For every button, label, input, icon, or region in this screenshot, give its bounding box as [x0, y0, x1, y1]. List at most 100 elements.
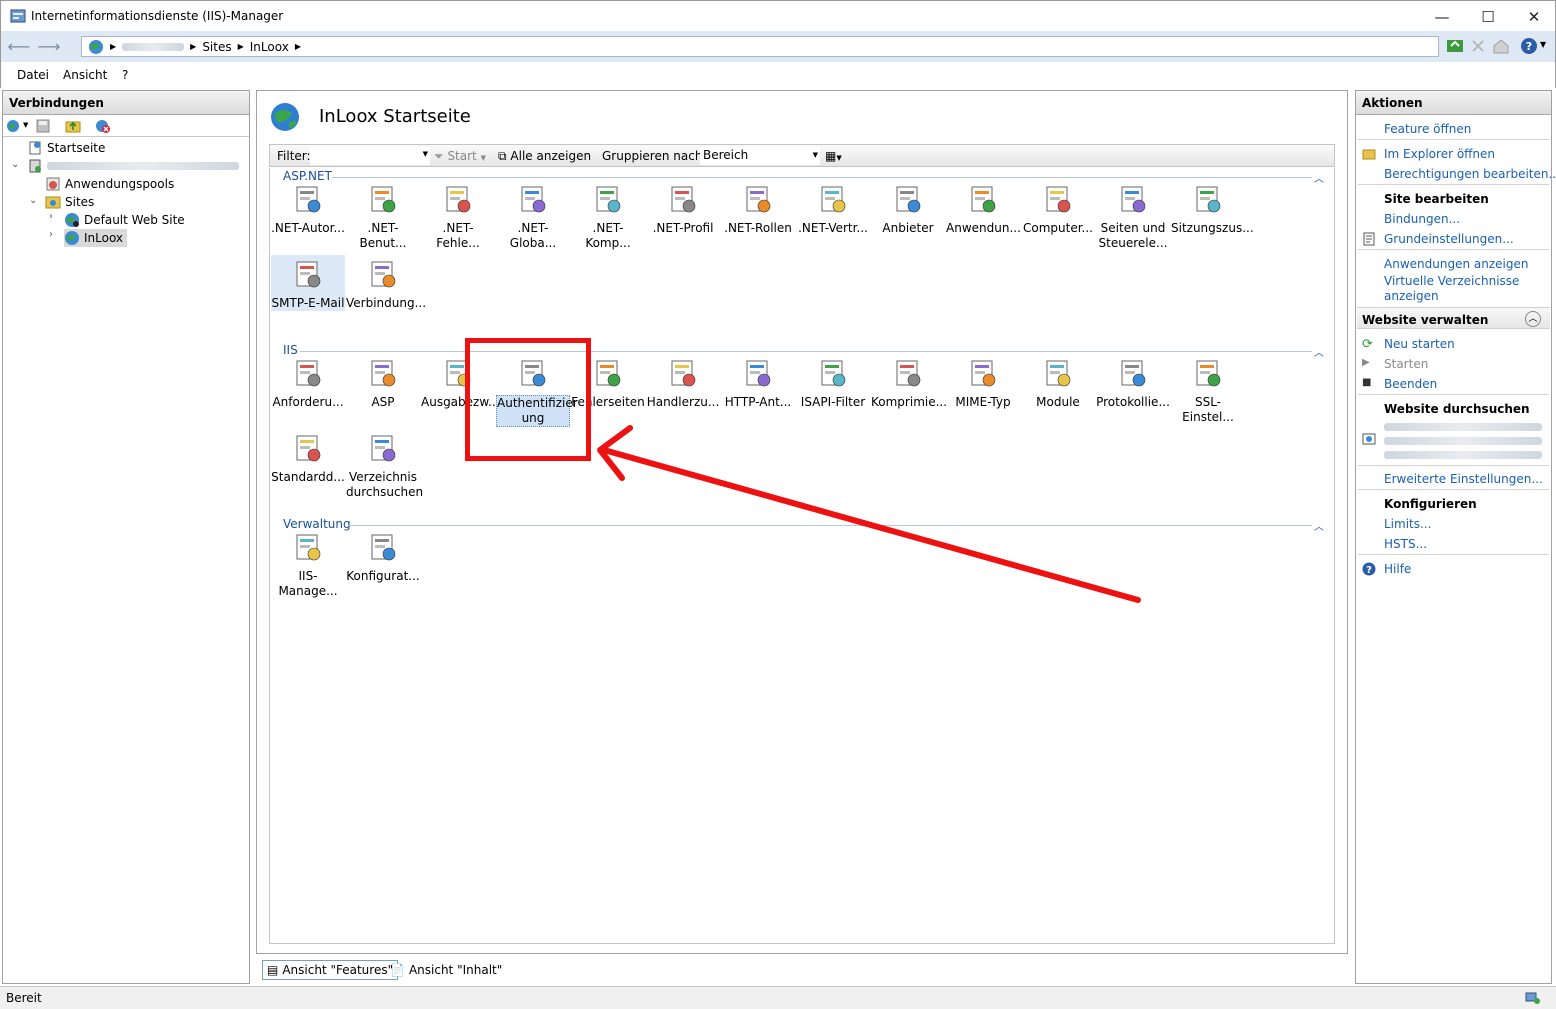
feature-iis-module-icon — [1046, 360, 1071, 387]
action-open-feature[interactable]: Feature öffnen — [1384, 122, 1471, 136]
action-basic-settings[interactable]: Grundeinstellungen... — [1384, 232, 1514, 246]
feature-iis-isapi-filter[interactable]: ISAPI-Filter — [796, 354, 870, 410]
website-globe-icon — [65, 213, 79, 227]
tree-item-inloox[interactable]: InLoox — [64, 229, 128, 247]
action-bindings[interactable]: Bindungen... — [1384, 212, 1460, 226]
browse-url-redacted[interactable] — [1384, 437, 1542, 445]
view-mode-button[interactable]: ▦▼ — [825, 149, 842, 163]
feature-aspnet-net-komp[interactable]: .NET-Komp... — [571, 180, 645, 251]
feature-iis-protokollie[interactable]: Protokollie... — [1096, 354, 1170, 410]
save-icon[interactable] — [35, 118, 51, 134]
chevron-right-icon[interactable]: › — [49, 211, 53, 222]
maximize-button[interactable]: ☐ — [1465, 1, 1511, 32]
feature-aspnet-seiten-und-steuerele[interactable]: Seiten und Steuerele... — [1096, 180, 1170, 251]
collapse-iis-icon[interactable]: ︿ — [1314, 344, 1324, 359]
menu-view[interactable]: Ansicht — [63, 68, 107, 82]
feature-iis-http-ant[interactable]: HTTP-Ant... — [721, 354, 795, 410]
feature-iis-ssl-einstel[interactable]: SSL-Einstel... — [1171, 354, 1245, 425]
action-explore[interactable]: Im Explorer öffnen — [1384, 147, 1495, 161]
tree-item-sites[interactable]: Sites — [45, 193, 94, 211]
tree-item-app-pools[interactable]: Anwendungspools — [45, 175, 174, 193]
feature-iis-verzeichnis-durchsuchen[interactable]: Verzeichnis durchsuchen — [346, 429, 423, 500]
menu-help[interactable]: ? — [122, 68, 128, 82]
show-all-button[interactable]: ⧉ Alle anzeigen — [498, 149, 591, 164]
actions-header: Aktionen — [1356, 91, 1551, 115]
action-hsts[interactable]: HSTS... — [1384, 537, 1427, 551]
action-restart[interactable]: Neu starten — [1384, 337, 1455, 351]
feature-aspnet-sitzungszus[interactable]: Sitzungszus... — [1171, 180, 1254, 236]
feature-iis-anforderu[interactable]: Anforderu... — [271, 354, 345, 410]
browse-url-redacted[interactable] — [1384, 451, 1542, 459]
collapse-admin-icon[interactable]: ︿ — [1314, 518, 1324, 533]
address-field[interactable]: ▶ ▶ Sites ▶ InLoox ▶ — [81, 36, 1439, 57]
breadcrumb-sites[interactable]: Sites — [202, 40, 231, 54]
feature-iis-module[interactable]: Module — [1021, 354, 1095, 410]
svg-text:?: ? — [1526, 40, 1532, 53]
refresh-icon[interactable] — [1446, 37, 1464, 55]
feature-iis-standardd[interactable]: Standardd... — [271, 429, 345, 485]
close-button[interactable]: ✕ — [1511, 1, 1556, 32]
filter-start-button[interactable]: ⏷ Start ▼ — [434, 149, 486, 164]
action-separator — [1358, 489, 1549, 490]
feature-aspnet-verbindung[interactable]: Verbindung... — [346, 255, 426, 311]
action-separator — [1358, 249, 1549, 250]
home-icon[interactable] — [1492, 37, 1510, 55]
action-view-applications[interactable]: Anwendungen anzeigen — [1384, 257, 1528, 271]
action-advanced-settings[interactable]: Erweiterte Einstellungen... — [1384, 472, 1543, 486]
disconnect-icon[interactable] — [95, 118, 111, 134]
tree-item-default-site[interactable]: Default Web Site — [64, 211, 185, 229]
feature-aspnet-net-vertr-icon — [821, 186, 846, 213]
feature-aspnet-net-rollen[interactable]: .NET-Rollen — [721, 180, 795, 236]
chevron-down-icon[interactable]: ▼ — [1540, 40, 1546, 49]
browse-url-redacted[interactable] — [1384, 423, 1542, 431]
feature-aspnet-anwendun[interactable]: Anwendun... — [946, 180, 1021, 236]
group-by-select[interactable]: Bereich ▼ — [700, 147, 820, 165]
collapse-aspnet-icon[interactable]: ︿ — [1314, 170, 1324, 185]
action-stop[interactable]: Beenden — [1384, 377, 1437, 391]
stop-icon[interactable] — [1469, 37, 1487, 55]
section-configure: Konfigurieren — [1384, 497, 1477, 511]
feature-aspnet-net-autor[interactable]: .NET-Autor... — [271, 180, 345, 236]
feature-iis-mime-typ[interactable]: MIME-Typ — [946, 354, 1020, 410]
feature-aspnet-computer[interactable]: Computer... — [1021, 180, 1095, 236]
feature-admin-konfigurat[interactable]: Konfigurat... — [346, 528, 420, 584]
feature-iis-asp[interactable]: ASP — [346, 354, 420, 410]
filter-input[interactable]: ▼ — [310, 147, 430, 165]
chevron-right-icon: ▶ — [237, 42, 244, 51]
feature-aspnet-net-globa[interactable]: .NET-Globa... — [496, 180, 570, 251]
collapse-section-icon[interactable]: ︿ — [1525, 311, 1541, 327]
tab-features-view[interactable]: ▤ Ansicht "Features" — [262, 960, 399, 980]
action-help[interactable]: Hilfe — [1384, 562, 1411, 576]
tree-item-server[interactable] — [27, 157, 239, 175]
breadcrumb-inloox[interactable]: InLoox — [250, 40, 289, 54]
feature-admin-iis-manage[interactable]: IIS-Manage... — [271, 528, 345, 599]
feature-label: Anwendun... — [946, 221, 1021, 235]
up-folder-icon[interactable] — [65, 118, 81, 134]
action-view-virtual-dirs[interactable]: Virtuelle Verzeichnisse anzeigen — [1384, 274, 1524, 304]
action-edit-permissions[interactable]: Berechtigungen bearbeiten... — [1384, 167, 1556, 181]
feature-aspnet-smtp-e-mail[interactable]: SMTP-E-Mail — [271, 255, 345, 311]
feature-iis-handlerzu[interactable]: Handlerzu... — [646, 354, 720, 410]
action-start[interactable]: Starten — [1384, 357, 1428, 371]
forward-button[interactable]: ⟶ — [37, 35, 61, 57]
explore-folder-icon — [1362, 149, 1376, 160]
chevron-down-icon[interactable]: ▼ — [23, 121, 28, 129]
feature-aspnet-net-vertr[interactable]: .NET-Vertr... — [796, 180, 870, 236]
chevron-down-icon[interactable]: ⌄ — [11, 159, 19, 170]
chevron-right-icon[interactable]: › — [49, 229, 53, 240]
feature-iis-komprimie[interactable]: Komprimie... — [871, 354, 947, 410]
back-button[interactable]: ⟵ — [7, 35, 31, 57]
feature-aspnet-net-benut[interactable]: .NET-Benut... — [346, 180, 420, 251]
connect-icon[interactable] — [6, 118, 22, 134]
feature-aspnet-anbieter[interactable]: Anbieter — [871, 180, 945, 236]
help-icon[interactable]: ? — [1520, 37, 1538, 55]
menu-file[interactable]: Datei — [17, 68, 49, 82]
feature-label: .NET-Komp... — [585, 221, 631, 250]
action-limits[interactable]: Limits... — [1384, 517, 1431, 531]
tab-content-view[interactable]: 📄 Ansicht "Inhalt" — [386, 960, 506, 980]
minimize-button[interactable]: — — [1419, 1, 1465, 32]
feature-aspnet-net-fehle[interactable]: .NET-Fehle... — [421, 180, 495, 251]
feature-aspnet-net-profil[interactable]: .NET-Profil — [646, 180, 720, 236]
tree-item-start[interactable]: Startseite — [27, 139, 105, 157]
chevron-down-icon[interactable]: ⌄ — [29, 195, 37, 206]
